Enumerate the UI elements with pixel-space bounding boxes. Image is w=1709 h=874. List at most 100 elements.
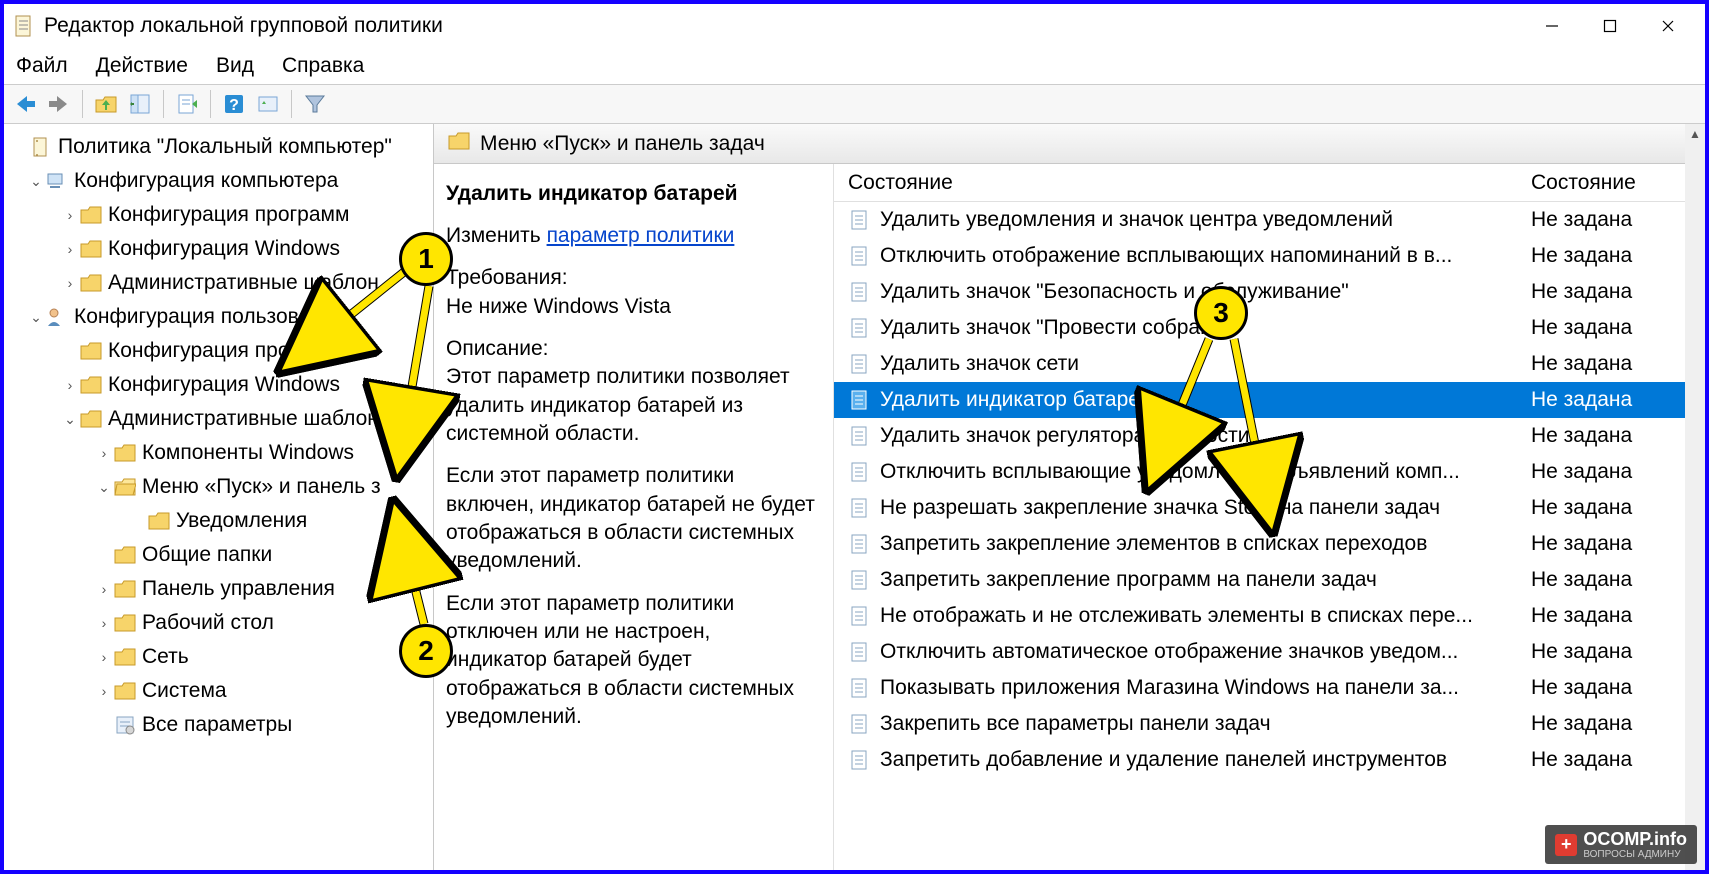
watermark: + OCOMP.infoВОПРОСЫ АДМИНУ	[1545, 825, 1697, 864]
policy-row[interactable]: Не разрешать закрепление значка Store на…	[834, 490, 1705, 526]
policy-row[interactable]: Запретить закрепление элементов в списка…	[834, 526, 1705, 562]
tree-network[interactable]: › Сеть	[4, 640, 433, 674]
chevron-right-icon[interactable]: ›	[60, 239, 80, 259]
titlebar: Редактор локальной групповой политики	[4, 4, 1705, 48]
show-hide-tree-button[interactable]	[125, 89, 155, 119]
policy-icon	[848, 461, 870, 483]
policy-row[interactable]: Отключить всплывающие уведомления объявл…	[834, 454, 1705, 490]
filter-button[interactable]	[300, 89, 330, 119]
window-title: Редактор локальной групповой политики	[44, 14, 1523, 38]
policy-list[interactable]: Удалить уведомления и значок центра увед…	[834, 202, 1705, 870]
chevron-down-icon[interactable]: ⌄	[60, 409, 80, 429]
folder-icon	[80, 340, 102, 362]
chevron-down-icon[interactable]: ⌄	[26, 307, 46, 327]
tree-user-windows[interactable]: › Конфигурация Windows	[4, 368, 433, 402]
folder-icon	[114, 680, 136, 702]
chevron-right-icon[interactable]: ›	[60, 273, 80, 293]
edit-policy-link[interactable]: параметр политики	[547, 224, 735, 247]
tree-computer-config[interactable]: ⌄ Конфигурация компьютера	[4, 164, 433, 198]
tree-notifications[interactable]: › Уведомления	[4, 504, 433, 538]
help-button[interactable]: ?	[219, 89, 249, 119]
policy-row[interactable]: Запретить закрепление программ на панели…	[834, 562, 1705, 598]
policy-icon	[848, 245, 870, 267]
tree-root[interactable]: ▸ Политика "Локальный компьютер"	[4, 130, 433, 164]
policy-state: Не задана	[1531, 424, 1691, 448]
chevron-down-icon[interactable]: ⌄	[94, 477, 114, 497]
policy-row[interactable]: Удалить уведомления и значок центра увед…	[834, 202, 1705, 238]
policy-name: Запретить добавление и удаление панелей …	[880, 748, 1531, 772]
chevron-right-icon[interactable]: ›	[60, 205, 80, 225]
policy-state: Не задана	[1531, 244, 1691, 268]
policy-state: Не задана	[1531, 352, 1691, 376]
policy-state: Не задана	[1531, 280, 1691, 304]
folder-open-icon	[114, 476, 136, 498]
chevron-right-icon[interactable]: ›	[94, 613, 114, 633]
menu-help[interactable]: Справка	[282, 54, 364, 78]
policy-name: Не отображать и не отслеживать элементы …	[880, 604, 1531, 628]
policy-row[interactable]: Удалить значок сетиНе задана	[834, 346, 1705, 382]
tree-comp-admin[interactable]: › Административные шаблон	[4, 266, 433, 300]
main-area: ▸ Политика "Локальный компьютер" ⌄ Конфи…	[4, 124, 1705, 870]
tree-desktop[interactable]: › Рабочий стол	[4, 606, 433, 640]
minimize-button[interactable]	[1523, 8, 1581, 44]
tree-control-panel[interactable]: › Панель управления	[4, 572, 433, 606]
menu-action[interactable]: Действие	[96, 54, 188, 78]
policy-row[interactable]: Запретить добавление и удаление панелей …	[834, 742, 1705, 778]
column-state-header-left[interactable]: Состояние	[848, 171, 1531, 195]
policy-name: Показывать приложения Магазина Windows н…	[880, 676, 1531, 700]
requirements-value: Не ниже Windows Vista	[446, 295, 671, 318]
tree-user-software[interactable]: › Конфигурация программ	[4, 334, 433, 368]
policy-state: Не задана	[1531, 640, 1691, 664]
policy-row[interactable]: Отключить отображение всплывающих напоми…	[834, 238, 1705, 274]
export-list-button[interactable]	[172, 89, 202, 119]
policy-state: Не задана	[1531, 496, 1691, 520]
forward-button[interactable]	[44, 89, 74, 119]
tree-comp-software[interactable]: › Конфигурация программ	[4, 198, 433, 232]
tree-windows-components[interactable]: › Компоненты Windows	[4, 436, 433, 470]
tree-user-config[interactable]: ⌄ Конфигурация пользователя	[4, 300, 433, 334]
policy-icon	[848, 281, 870, 303]
menu-view[interactable]: Вид	[216, 54, 254, 78]
policy-row[interactable]: Удалить индикатор батарейНе задана	[834, 382, 1705, 418]
folder-icon	[448, 132, 470, 155]
back-button[interactable]	[10, 89, 40, 119]
policy-row[interactable]: Отключить автоматическое отображение зна…	[834, 634, 1705, 670]
svg-text:?: ?	[229, 97, 239, 114]
policy-icon	[848, 569, 870, 591]
tree-start-menu[interactable]: ⌄ Меню «Пуск» и панель з	[4, 470, 433, 504]
chevron-right-icon[interactable]: ›	[94, 681, 114, 701]
folder-icon	[114, 612, 136, 634]
tree-system[interactable]: › Система	[4, 674, 433, 708]
chevron-right-icon[interactable]: ›	[60, 375, 80, 395]
policy-name: Запретить закрепление элементов в списка…	[880, 532, 1531, 556]
content-title: Меню «Пуск» и панель задач	[480, 132, 765, 156]
column-state-header-right[interactable]: Состояние	[1531, 171, 1691, 195]
tree-user-admin[interactable]: ⌄ Административные шаблоны	[4, 402, 433, 436]
scrollbar[interactable]	[1685, 164, 1705, 870]
menu-file[interactable]: Файл	[16, 54, 68, 78]
chevron-down-icon[interactable]: ⌄	[26, 171, 46, 191]
policy-row[interactable]: Удалить значок "Провести собрание"Не зад…	[834, 310, 1705, 346]
folder-icon	[114, 544, 136, 566]
tree-all-settings[interactable]: › Все параметры	[4, 708, 433, 742]
policy-row[interactable]: Не отображать и не отслеживать элементы …	[834, 598, 1705, 634]
policy-name: Удалить значок сети	[880, 352, 1531, 376]
chevron-right-icon[interactable]: ›	[94, 647, 114, 667]
policy-tree[interactable]: ▸ Политика "Локальный компьютер" ⌄ Конфи…	[4, 130, 433, 742]
policy-row[interactable]: Удалить значок регулятора громкостиНе за…	[834, 418, 1705, 454]
chevron-right-icon[interactable]: ›	[94, 443, 114, 463]
policy-row[interactable]: Показывать приложения Магазина Windows н…	[834, 670, 1705, 706]
tree-shared-folders[interactable]: › Общие папки	[4, 538, 433, 572]
tree-comp-windows[interactable]: › Конфигурация Windows	[4, 232, 433, 266]
policy-icon	[848, 497, 870, 519]
policy-row[interactable]: Удалить значок "Безопасность и обслужива…	[834, 274, 1705, 310]
chevron-right-icon[interactable]: ›	[94, 579, 114, 599]
close-button[interactable]	[1639, 8, 1697, 44]
filter-options-button[interactable]	[253, 89, 283, 119]
policy-icon	[848, 533, 870, 555]
policy-icon	[848, 317, 870, 339]
policy-state: Не задана	[1531, 208, 1691, 232]
up-level-button[interactable]	[91, 89, 121, 119]
maximize-button[interactable]	[1581, 8, 1639, 44]
policy-row[interactable]: Закрепить все параметры панели задачНе з…	[834, 706, 1705, 742]
